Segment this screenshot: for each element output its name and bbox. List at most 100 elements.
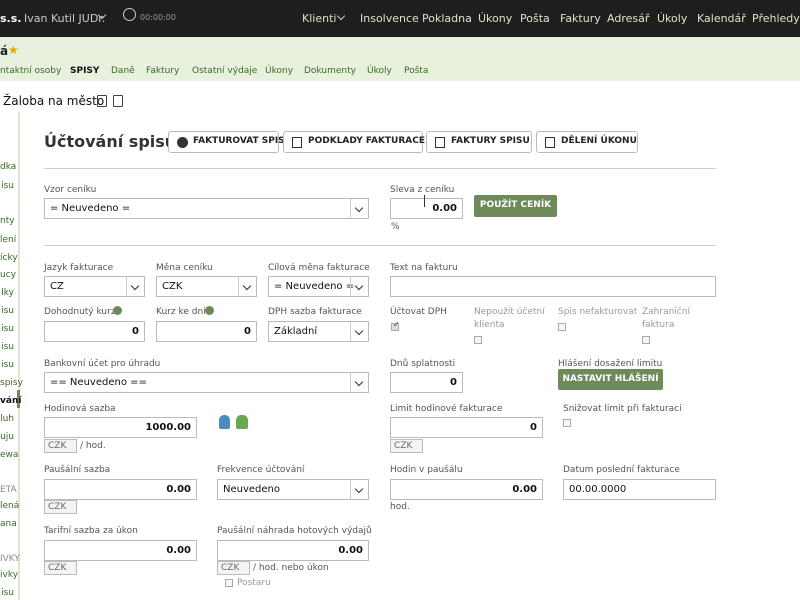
subnav-faktury[interactable]: Faktury: [146, 66, 179, 76]
subnav-dane[interactable]: Daně: [111, 66, 135, 76]
nav-insolvence[interactable]: Insolvence: [360, 12, 419, 25]
subnav-posta[interactable]: Pošta: [404, 66, 428, 76]
spis-nefakturovat-label: Spis nefakturovat: [558, 307, 638, 317]
sidebar-item[interactable]: ícky: [0, 253, 18, 263]
zahranicni-checkbox[interactable]: [642, 336, 650, 344]
mena-ceniku-select[interactable]: CZK: [156, 276, 257, 297]
kurz-ke-dni-input[interactable]: 0: [156, 321, 257, 342]
frekvence-select[interactable]: Neuvedeno: [217, 479, 369, 500]
vzor-ceniku-select[interactable]: = Neuvedeno =: [44, 198, 369, 219]
dph-sazba-select[interactable]: Základní: [268, 321, 369, 342]
sidebar-item[interactable]: ucy: [0, 270, 16, 280]
sidebar-item[interactable]: isu: [0, 324, 14, 334]
tab-label: DĚLENÍ ÚKONU: [561, 136, 637, 146]
sidebar-item[interactable]: lená: [0, 501, 19, 511]
people-icon[interactable]: [236, 415, 248, 429]
snizovat-limit-label: Snižovat limit při fakturaci: [563, 404, 682, 414]
subnav-ukoly[interactable]: Úkoly: [367, 66, 392, 76]
subnav-kontaktni-osoby[interactable]: ntaktní osoby: [0, 66, 61, 76]
dph-sazba-label: DPH sazba fakturace: [268, 307, 362, 317]
nav-posta[interactable]: Pošta: [520, 12, 550, 25]
uctovat-dph-checkbox[interactable]: ✓: [391, 320, 400, 331]
stopwatch-icon[interactable]: [123, 8, 136, 21]
dohodnuty-kurz-input[interactable]: 0: [44, 321, 145, 342]
info-icon[interactable]: [205, 306, 214, 315]
datum-posledni-label: Datum poslední fakturace: [563, 465, 680, 475]
chevron-down-icon: [238, 277, 256, 296]
chevron-down-icon: [350, 322, 368, 341]
limit-hodinove-input[interactable]: 0: [390, 417, 543, 438]
postaru-checkbox[interactable]: [225, 579, 233, 587]
sidebar-item[interactable]: isu: [0, 588, 14, 598]
hodin-v-pausalu-input[interactable]: 0.00: [390, 479, 543, 500]
sidebar-item[interactable]: dka: [0, 162, 16, 172]
checkmark-icon: ✓: [393, 320, 400, 329]
sidebar-item[interactable]: ana: [0, 519, 17, 529]
hodinova-sazba-currency: CZK: [44, 439, 77, 453]
limit-hodinove-currency: CZK: [390, 439, 423, 453]
text-na-fakturu-input[interactable]: [390, 276, 716, 297]
subnav-ukony[interactable]: Úkony: [265, 66, 293, 76]
sidebar-item[interactable]: ewa: [0, 450, 18, 460]
pausalni-sazba-currency: CZK: [44, 500, 77, 514]
sidebar-item[interactable]: isu: [0, 181, 14, 191]
sidebar-item[interactable]: nty: [0, 216, 15, 226]
cilova-mena-select[interactable]: = Neuvedeno =: [268, 276, 369, 297]
subnav-ostatni-vydaje[interactable]: Ostatní výdaje: [192, 66, 257, 76]
tarifni-sazba-currency: CZK: [44, 561, 77, 575]
person-icon[interactable]: [219, 415, 230, 429]
tab-podklady-fakturace[interactable]: PODKLADY FAKTURACE: [283, 131, 425, 153]
dnu-splatnosti-input[interactable]: 0: [390, 372, 463, 393]
sidebar-item[interactable]: isu: [0, 360, 14, 370]
chevron-down-icon: [350, 480, 368, 499]
nav-pokladna[interactable]: Pokladna: [422, 12, 472, 25]
pausalni-nahrada-input[interactable]: 0.00: [217, 540, 369, 561]
sidebar-item[interactable]: lení: [0, 235, 16, 245]
subnav-spisy[interactable]: SPISY: [70, 66, 99, 76]
tab-faktury-spisu[interactable]: FAKTURY SPISU: [426, 131, 532, 153]
pausalni-sazba-input[interactable]: 0.00: [44, 479, 197, 500]
nepouzit-ucetni-label: Nepoužít účetní: [474, 307, 545, 317]
datum-posledni-input[interactable]: 00.00.0000: [563, 479, 716, 500]
subnav-dokumenty[interactable]: Dokumenty: [304, 66, 356, 76]
nepouzit-ucetni-checkbox[interactable]: [474, 336, 482, 344]
zahranicni-label: Zahraniční: [642, 307, 690, 317]
tab-fakturovat-spis[interactable]: FAKTUROVAT SPIS: [168, 131, 285, 153]
nastavit-hlaseni-button[interactable]: NASTAVIT HLÁŠENÍ: [558, 369, 663, 390]
tarifni-sazba-label: Tarifní sazba za úkon: [44, 526, 138, 536]
info-icon[interactable]: [113, 306, 122, 315]
sidebar-item-active[interactable]: vání: [0, 396, 21, 406]
nav-adresar[interactable]: Adresář: [607, 12, 649, 25]
sidebar-item[interactable]: spisy: [0, 378, 23, 388]
sidebar-item[interactable]: ivky: [0, 570, 18, 580]
page-title: Účtování spisu: [44, 132, 177, 151]
upload-icon[interactable]: [97, 95, 107, 107]
tab-label: FAKTUROVAT SPIS: [193, 136, 285, 146]
sidebar-item[interactable]: luh: [0, 414, 14, 424]
nav-ukony[interactable]: Úkony: [478, 12, 512, 25]
sidebar-item[interactable]: lky: [0, 288, 14, 298]
tarifni-sazba-input[interactable]: 0.00: [44, 540, 197, 561]
sidebar-item[interactable]: isu: [0, 306, 14, 316]
star-icon[interactable]: ★: [8, 43, 19, 57]
snizovat-limit-checkbox[interactable]: [563, 419, 571, 427]
nav-klienti[interactable]: Klienti: [302, 12, 336, 25]
spis-nefakturovat-checkbox[interactable]: [558, 323, 566, 331]
nav-faktury[interactable]: Faktury: [560, 12, 601, 25]
divider: [44, 245, 716, 246]
chevron-down-icon[interactable]: [336, 11, 346, 21]
user-menu[interactable]: Ivan Kutil JUDr.: [24, 12, 105, 25]
nav-kalendar[interactable]: Kalendář: [697, 12, 746, 25]
sidebar-item[interactable]: isu: [0, 342, 14, 352]
jazyk-select[interactable]: CZ: [44, 276, 145, 297]
nav-ukoly[interactable]: Úkoly: [657, 12, 687, 25]
sleva-input[interactable]: 0.00: [390, 198, 463, 219]
tab-deleni-ukonu[interactable]: DĚLENÍ ÚKONU: [536, 131, 638, 153]
hodinova-sazba-input[interactable]: 1000.00: [44, 417, 197, 438]
sidebar-item[interactable]: uju: [0, 432, 14, 442]
download-icon[interactable]: [113, 95, 123, 107]
bankovni-ucet-select[interactable]: == Neuvedeno ==: [44, 372, 369, 393]
pouzit-cenik-button[interactable]: POUŽÍT CENÍK: [474, 195, 557, 217]
nav-prehledy[interactable]: Přehledy: [752, 12, 800, 25]
dohodnuty-kurz-label: Dohodnutý kurz: [44, 307, 116, 317]
